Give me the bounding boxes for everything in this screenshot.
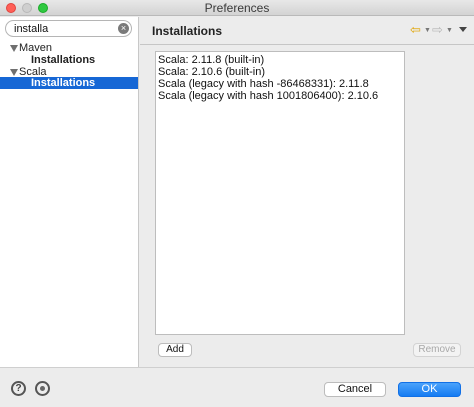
- history-navigation: ⇦ ▼ ⇨ ▼: [410, 23, 470, 37]
- expand-triangle-icon[interactable]: [10, 69, 18, 76]
- tree-item-maven-installations[interactable]: Installations: [0, 54, 138, 66]
- preference-page: Installations ⇦ ▼ ⇨ ▼ Scala: 2.11.8 (bui…: [140, 17, 474, 367]
- forward-arrow-icon[interactable]: ⇨: [432, 23, 443, 37]
- list-item[interactable]: Scala: 2.10.6 (built-in): [158, 66, 265, 78]
- dialog-footer: ? Cancel OK: [0, 367, 474, 407]
- tree-item-scala-installations[interactable]: Installations: [0, 77, 138, 89]
- tree-item-label: Maven: [19, 42, 53, 54]
- list-item[interactable]: Scala (legacy with hash -86468331): 2.11…: [158, 78, 369, 90]
- tree-item-label: Installations: [31, 54, 96, 66]
- help-icon[interactable]: ?: [11, 381, 26, 396]
- cancel-button[interactable]: Cancel: [324, 382, 386, 397]
- forward-dropdown-icon[interactable]: ▼: [446, 27, 453, 34]
- add-button[interactable]: Add: [158, 343, 192, 357]
- remove-button[interactable]: Remove: [413, 343, 461, 357]
- page-title: Installations: [152, 24, 223, 38]
- view-menu-icon[interactable]: [459, 27, 467, 32]
- installations-list[interactable]: Scala: 2.11.8 (built-in) Scala: 2.10.6 (…: [155, 51, 405, 335]
- record-preferences-icon[interactable]: [35, 381, 50, 396]
- clear-filter-icon[interactable]: ×: [118, 23, 129, 34]
- back-arrow-icon[interactable]: ⇦: [410, 23, 421, 37]
- preferences-tree-pane: installa × Maven Installations Scala Ins…: [0, 17, 139, 367]
- window-title: Preferences: [204, 1, 270, 15]
- list-item[interactable]: Scala: 2.11.8 (built-in): [158, 54, 264, 66]
- list-item[interactable]: Scala (legacy with hash 1001806400): 2.1…: [158, 90, 378, 102]
- tree-item-maven[interactable]: Maven: [0, 42, 138, 54]
- filter-input[interactable]: installa ×: [5, 20, 132, 37]
- header-divider: [140, 44, 474, 45]
- title-bar: Preferences: [0, 0, 474, 16]
- tree-item-label: Installations: [31, 77, 96, 89]
- back-dropdown-icon[interactable]: ▼: [424, 27, 431, 34]
- expand-triangle-icon[interactable]: [10, 45, 18, 52]
- ok-button[interactable]: OK: [398, 382, 461, 397]
- filter-input-text[interactable]: installa: [14, 23, 48, 35]
